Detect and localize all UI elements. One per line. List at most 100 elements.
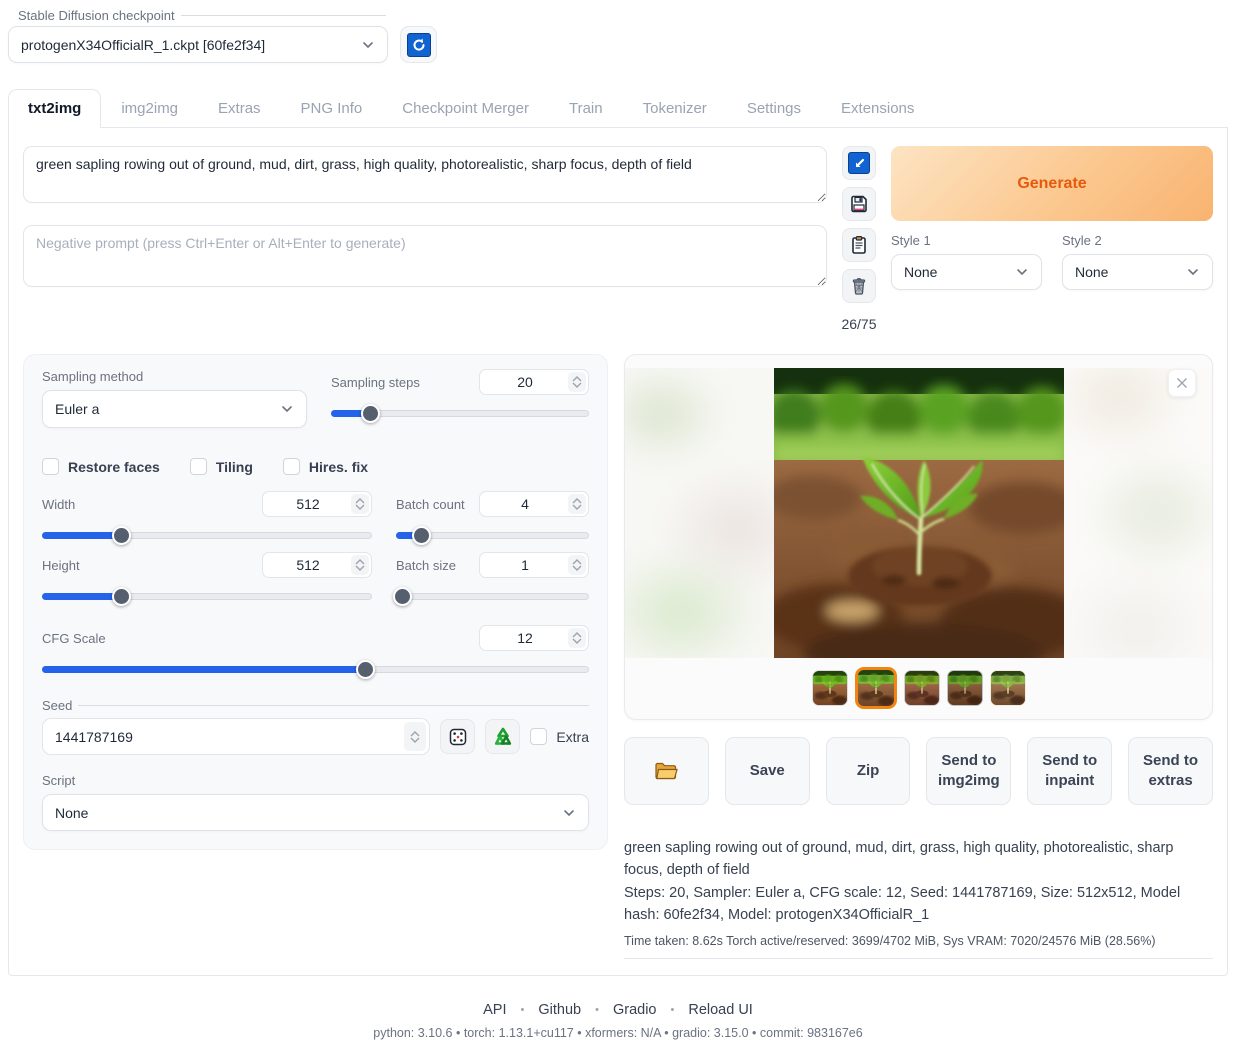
style2-value: None: [1075, 264, 1108, 280]
paste-params-button[interactable]: [842, 146, 876, 180]
zip-button[interactable]: Zip: [826, 737, 911, 805]
stepper-icon[interactable]: [568, 555, 586, 575]
prompt-input[interactable]: green sapling rowing out of ground, mud,…: [23, 146, 827, 203]
batch-count-slider[interactable]: [396, 526, 589, 544]
footer-link-reload-ui[interactable]: Reload UI: [688, 1002, 752, 1018]
apply-style-button[interactable]: [842, 228, 876, 262]
width-slider[interactable]: [42, 526, 372, 544]
footer-separator: •: [671, 1004, 675, 1016]
style1-label: Style 1: [891, 233, 1042, 248]
send-to-img2img-button[interactable]: Send to img2img: [926, 737, 1011, 805]
clipboard-icon: [849, 235, 869, 255]
checkpoint-value: protogenX34OfficialR_1.ckpt [60fe2f34]: [21, 37, 265, 53]
width-numbox: [262, 491, 372, 517]
batch-count-input[interactable]: [482, 496, 568, 512]
checkpoint-select[interactable]: protogenX34OfficialR_1.ckpt [60fe2f34]: [8, 26, 388, 63]
style1-select[interactable]: None: [891, 254, 1042, 290]
tab-txt2img[interactable]: txt2img: [8, 89, 101, 128]
dice-icon: [448, 727, 468, 747]
sampling-steps-label: Sampling steps: [331, 375, 479, 390]
style2-select[interactable]: None: [1062, 254, 1213, 290]
thumbnail-4[interactable]: [947, 670, 983, 706]
generation-info: green sapling rowing out of ground, mud,…: [624, 837, 1213, 959]
tab-settings[interactable]: Settings: [727, 89, 821, 127]
stepper-icon[interactable]: [404, 722, 426, 751]
sampling-method-select[interactable]: Euler a: [42, 390, 307, 428]
sampling-steps-numbox: [479, 369, 589, 395]
seed-input[interactable]: [55, 729, 404, 745]
batch-size-slider[interactable]: [396, 587, 589, 605]
chevron-down-icon: [1186, 265, 1200, 279]
stepper-icon[interactable]: [568, 372, 586, 392]
footer-link-api[interactable]: API: [483, 1002, 506, 1018]
gallery-blur-left: [625, 368, 774, 658]
footer-link-gradio[interactable]: Gradio: [613, 1002, 657, 1018]
random-seed-button[interactable]: [440, 719, 475, 754]
tab-extensions[interactable]: Extensions: [821, 89, 934, 127]
save-button[interactable]: Save: [725, 737, 810, 805]
batch-count-label: Batch count: [396, 497, 479, 512]
tab-train[interactable]: Train: [549, 89, 623, 127]
height-input[interactable]: [265, 557, 351, 573]
tab-extras[interactable]: Extras: [198, 89, 281, 127]
extra-seed-checkbox[interactable]: Extra: [530, 728, 589, 745]
label-rule: [181, 15, 386, 16]
seed-numbox: [42, 718, 430, 755]
thumbnail-5[interactable]: [990, 670, 1026, 706]
txt2img-panel: green sapling rowing out of ground, mud,…: [8, 128, 1228, 976]
height-label: Height: [42, 558, 262, 573]
script-value: None: [55, 805, 88, 821]
open-folder-button[interactable]: [624, 737, 709, 805]
script-select[interactable]: None: [42, 794, 589, 831]
width-input[interactable]: [265, 496, 351, 512]
clear-prompt-button[interactable]: [842, 269, 876, 303]
batch-count-numbox: [479, 491, 589, 517]
info-prompt-text: green sapling rowing out of ground, mud,…: [624, 837, 1213, 882]
cfg-scale-input[interactable]: [482, 630, 568, 646]
thumbnail-strip: [625, 667, 1212, 709]
thumbnail-1[interactable]: [812, 670, 848, 706]
generate-button[interactable]: Generate: [891, 146, 1213, 221]
generated-image[interactable]: [774, 368, 1064, 658]
style1-value: None: [904, 264, 937, 280]
hires-fix-checkbox[interactable]: Hires. fix: [283, 458, 368, 475]
tab-img2img[interactable]: img2img: [101, 89, 198, 127]
send-to-extras-button[interactable]: Send to extras: [1128, 737, 1213, 805]
checkbox-box: [42, 458, 59, 475]
stepper-icon[interactable]: [568, 494, 586, 514]
send-to-inpaint-button[interactable]: Send to inpaint: [1027, 737, 1112, 805]
style2-label: Style 2: [1062, 233, 1213, 248]
sampling-steps-input[interactable]: [482, 374, 568, 390]
batch-size-input[interactable]: [482, 557, 568, 573]
reuse-seed-button[interactable]: [485, 719, 520, 754]
tab-tokenizer[interactable]: Tokenizer: [623, 89, 727, 127]
tiling-checkbox[interactable]: Tiling: [190, 458, 253, 475]
script-label: Script: [42, 773, 589, 788]
stepper-icon[interactable]: [351, 494, 369, 514]
negative-prompt-input[interactable]: [23, 225, 827, 287]
checkpoint-bar: Stable Diffusion checkpoint protogenX34O…: [0, 0, 1236, 63]
stepper-icon[interactable]: [351, 555, 369, 575]
chevron-down-icon: [562, 806, 576, 820]
sampling-steps-slider[interactable]: [331, 404, 589, 422]
close-gallery-button[interactable]: [1168, 369, 1196, 397]
thumbnail-2-selected[interactable]: [855, 667, 897, 709]
footer-link-github[interactable]: Github: [538, 1002, 581, 1018]
thumbnail-3[interactable]: [904, 670, 940, 706]
seed-label: Seed: [42, 698, 72, 713]
batch-size-label: Batch size: [396, 558, 479, 573]
restore-faces-checkbox[interactable]: Restore faces: [42, 458, 160, 475]
stepper-icon[interactable]: [568, 628, 586, 648]
save-style-button[interactable]: [842, 187, 876, 221]
sampling-method-value: Euler a: [55, 401, 99, 417]
refresh-checkpoints-button[interactable]: [400, 26, 437, 63]
tab-png-info[interactable]: PNG Info: [281, 89, 383, 127]
cfg-scale-slider[interactable]: [42, 660, 589, 678]
footer-separator: •: [521, 1004, 525, 1016]
sampling-method-label: Sampling method: [42, 369, 307, 384]
tab-checkpoint-merger[interactable]: Checkpoint Merger: [382, 89, 549, 127]
batch-size-numbox: [479, 552, 589, 578]
trash-icon: [849, 276, 869, 296]
height-slider[interactable]: [42, 587, 372, 605]
checkbox-box: [530, 728, 547, 745]
